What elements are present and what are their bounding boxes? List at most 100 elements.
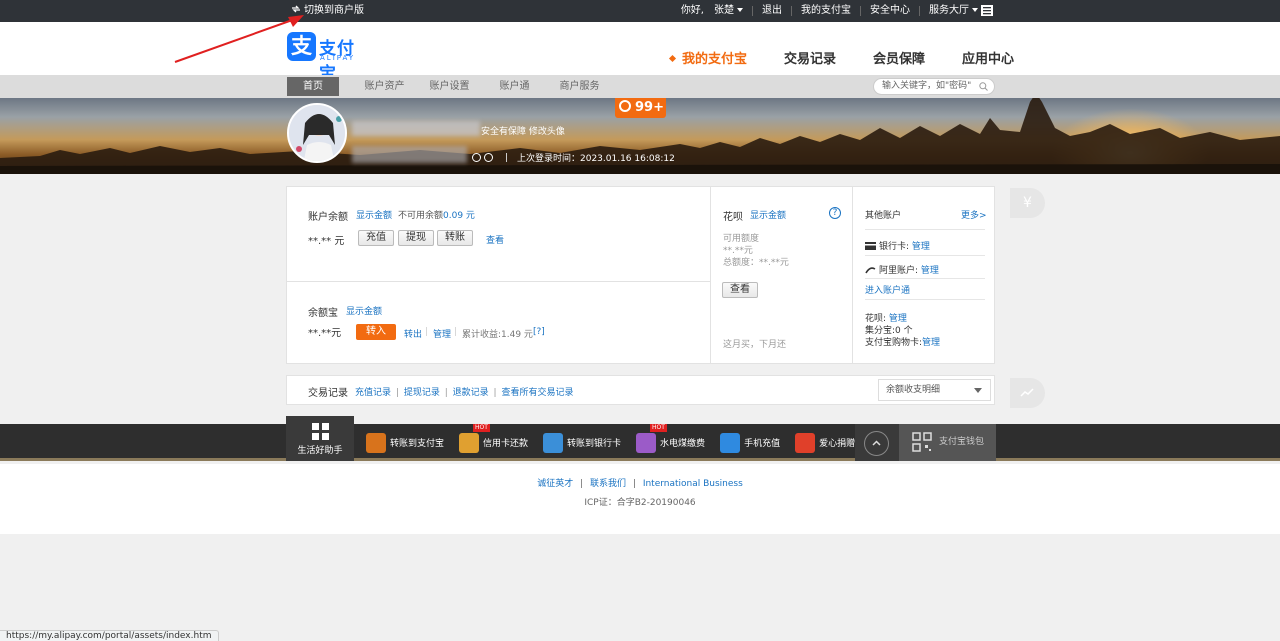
all-records-link[interactable]: 查看所有交易记录 (501, 388, 573, 398)
avatar[interactable] (287, 103, 347, 163)
refund-records-link[interactable]: 退款记录 (453, 388, 489, 398)
recharge-records-link[interactable]: 充值记录 (355, 388, 391, 398)
chevron-down-icon (972, 8, 978, 12)
last-login-time: 上次登录时间：2023.01.16 16:08:12 (517, 154, 675, 164)
nav-member-protection[interactable]: 会员保障 (873, 48, 925, 67)
unavailable-label: 不可用余额 (398, 211, 444, 221)
footer-links: 诚征英才 | 联系我们 | International Business (0, 476, 1280, 489)
logout-link[interactable]: 退出 (762, 0, 782, 22)
tool-donation[interactable]: 爱心捐赠 (795, 432, 855, 453)
tool-label: 信用卡还款 (483, 439, 529, 449)
switch-merchant-link[interactable]: 切换到商户版 (291, 0, 364, 22)
notification-badge[interactable]: 99+ (615, 98, 666, 118)
chart-side-button[interactable] (1010, 378, 1045, 408)
shopping-card-manage-link[interactable]: 管理 (922, 338, 940, 348)
tab-account-pass[interactable]: 账户通 (483, 77, 546, 96)
nav-my-alipay[interactable]: 我的支付宝 (670, 48, 747, 67)
trade-label: 交易记录 (308, 388, 348, 399)
tool-credit-card[interactable]: HOT 信用卡还款 (459, 423, 529, 453)
username-menu[interactable]: 张楚 (714, 0, 743, 22)
heart-icon (795, 432, 816, 453)
trade-links: 充值记录 | 提现记录 | 退款记录 | 查看所有交易记录 (355, 385, 573, 398)
bank-card-label: 银行卡: (879, 242, 910, 252)
footer: 诚征英才 | 联系我们 | International Business ICP… (0, 464, 1280, 534)
withdraw-button[interactable]: 提现 (398, 230, 434, 246)
huabei-label: 花呗 (723, 212, 743, 223)
trade-records-bar: 交易记录 充值记录 | 提现记录 | 退款记录 | 查看所有交易记录 余额收支明… (286, 375, 995, 405)
search-input[interactable]: 输入关键字，如"密码" (873, 78, 995, 95)
record-type-select[interactable]: 余额收支明细 (878, 379, 991, 401)
tool-phone-recharge[interactable]: 手机充值 (720, 432, 781, 453)
chevron-down-icon (737, 8, 743, 12)
bank-card-manage-link[interactable]: 管理 (912, 242, 930, 252)
secure-text[interactable]: 安全有保障 修改头像 (481, 124, 565, 137)
tool-label: 转账到支付宝 (390, 439, 445, 449)
yuebao-masked: **.**元 (308, 328, 342, 339)
income-help-link[interactable]: [?] (533, 327, 545, 337)
total-credit: 总额度：**.**元 (723, 258, 789, 268)
contact-link[interactable]: 联系我们 (590, 479, 626, 489)
life-helper-label: 生活好助手 (297, 446, 343, 456)
ali-account-manage-link[interactable]: 管理 (921, 266, 939, 276)
tool-label: 水电煤缴费 (660, 439, 706, 449)
tool-transfer-bank[interactable]: 转账到银行卡 (543, 432, 621, 453)
transfer-in-button[interactable]: 转入 (356, 324, 396, 340)
bank-card-icon (543, 432, 564, 453)
tab-merchant-service[interactable]: 商户服务 (548, 77, 611, 96)
my-alipay-link[interactable]: 我的支付宝 (801, 0, 851, 22)
divider (506, 153, 507, 162)
show-balance-link[interactable]: 显示金额 (356, 208, 392, 221)
show-huabei-link[interactable]: 显示金额 (750, 208, 786, 221)
help-icon[interactable]: ? (829, 207, 841, 219)
security-center-link[interactable]: 安全中心 (870, 0, 910, 22)
greeting: 你好, (680, 5, 704, 16)
phone-icon (720, 432, 741, 453)
recharge-button[interactable]: 充值 (358, 230, 394, 246)
ali-account-row: 阿里账户: 管理 (865, 263, 939, 276)
nav-trade-records[interactable]: 交易记录 (784, 48, 836, 67)
other-accounts-column: 其他账户 更多> 银行卡: 管理 阿里账户: 管理 进入账户通 花呗: 管理 集… (854, 187, 994, 363)
shopping-card-label: 支付宝购物卡: (865, 338, 923, 348)
scroll-up-button[interactable] (855, 424, 899, 461)
phone-bind-icon[interactable] (484, 153, 493, 162)
careers-link[interactable]: 诚征英才 (537, 479, 573, 489)
service-hall-label: 服务大厅 (929, 5, 969, 16)
nav-app-center[interactable]: 应用中心 (962, 48, 1014, 67)
browser-status-url: https://my.alipay.com/portal/assets/inde… (0, 630, 219, 641)
tool-utility[interactable]: HOT 水电煤缴费 (636, 423, 706, 453)
id-icon[interactable] (472, 153, 481, 162)
tab-account-settings[interactable]: 账户设置 (418, 77, 481, 96)
service-hall-menu[interactable]: 服务大厅 (929, 0, 978, 22)
transfer-out-link[interactable]: 转出 (404, 327, 422, 340)
show-yuebao-link[interactable]: 显示金额 (346, 304, 382, 317)
transfer-button[interactable]: 转账 (437, 230, 473, 246)
alipay-logo[interactable]: 支 支付宝 ALIPAY (287, 32, 372, 84)
divider (865, 278, 985, 279)
tab-account-assets[interactable]: 账户资产 (353, 77, 416, 96)
tool-label: 手机充值 (744, 439, 781, 449)
search-icon[interactable] (979, 82, 988, 91)
divider: | (493, 388, 497, 398)
yuebao-manage-link[interactable]: 管理 (433, 327, 451, 340)
balance-column: 账户余额 显示金额 不可用余额 0.09 元 **.** 元 充值 提现 转账 … (287, 187, 711, 363)
life-helper-button[interactable]: 生活好助手 (286, 416, 354, 461)
divider: | (395, 388, 399, 398)
view-balance-link[interactable]: 查看 (486, 233, 504, 246)
tool-transfer-alipay[interactable]: 转账到支付宝 (366, 432, 445, 453)
international-link[interactable]: International Business (643, 479, 743, 489)
huabei-view-button[interactable]: 查看 (722, 282, 758, 298)
yen-side-button[interactable]: ¥ (1010, 188, 1045, 218)
enter-account-pass-link[interactable]: 进入账户通 (865, 283, 910, 296)
qr-code-icon (912, 432, 932, 452)
unavailable-value: 0.09 元 (443, 208, 475, 221)
divider: | (632, 479, 636, 489)
menu-icon[interactable] (981, 5, 993, 16)
withdraw-records-link[interactable]: 提现记录 (404, 388, 440, 398)
alipay-wallet-button[interactable]: 支付宝钱包 (899, 424, 996, 461)
record-type-value: 余额收支明细 (886, 385, 941, 395)
switch-merchant-label: 切换到商户版 (304, 5, 364, 16)
alarm-clock-icon (619, 100, 631, 112)
wallet-label: 支付宝钱包 (939, 437, 985, 447)
more-link[interactable]: 更多> (961, 208, 987, 221)
tab-home[interactable]: 首页 (287, 77, 339, 96)
